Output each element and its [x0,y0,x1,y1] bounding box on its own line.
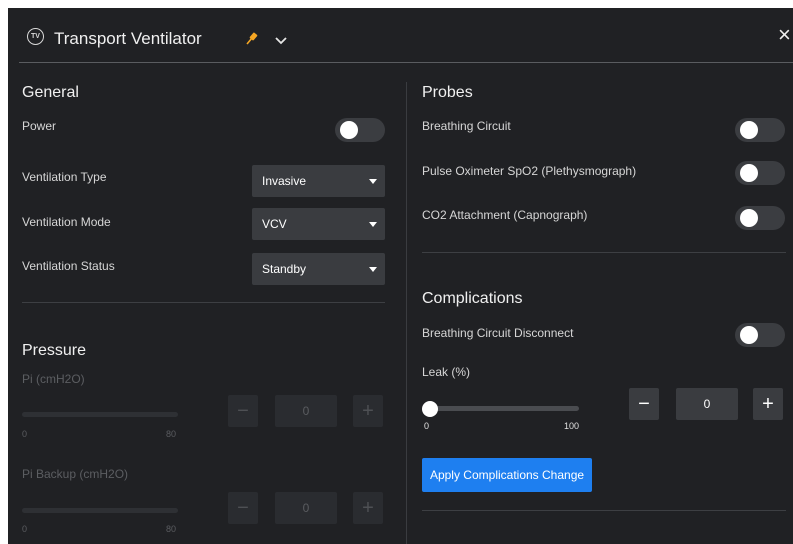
toggle-knob [740,326,758,344]
pi-backup-slider-min: 0 [22,524,28,534]
pi-backup-increment-button[interactable]: + [353,492,383,524]
ventilation-mode-label: Ventilation Mode [22,215,111,229]
ventilation-mode-select[interactable]: VCV [252,208,385,240]
ventilation-status-select[interactable]: Standby [252,253,385,285]
pi-backup-decrement-button[interactable]: − [228,492,258,524]
breathing-circuit-disconnect-toggle[interactable] [735,323,785,347]
pin-icon[interactable] [244,30,260,46]
apply-complications-button[interactable]: Apply Complications Change [422,458,592,492]
pi-increment-button[interactable]: + [353,395,383,427]
ventilation-mode-value: VCV [262,217,287,231]
pi-slider-min: 0 [22,429,28,439]
toggle-knob [740,164,758,182]
toggle-knob [740,121,758,139]
leak-slider-min: 0 [424,421,430,431]
chevron-down-icon[interactable] [274,33,288,45]
header-divider [19,62,793,63]
leak-increment-button[interactable]: + [753,388,783,420]
pi-value[interactable]: 0 [275,395,337,427]
pi-backup-value[interactable]: 0 [275,492,337,524]
probe-label: CO2 Attachment (Capnograph) [422,208,588,222]
complications-heading: Complications [422,290,523,307]
pi-backup-label: Pi Backup (cmH2O) [22,467,129,481]
caret-down-icon [369,222,377,227]
leak-decrement-button[interactable]: − [629,388,659,420]
column-divider [406,82,407,544]
pi-decrement-button[interactable]: − [228,395,258,427]
pulse-oximeter-toggle[interactable] [735,161,785,185]
probe-label: Pulse Oximeter SpO2 (Plethysmograph) [422,164,637,178]
power-toggle[interactable] [335,118,385,142]
pi-slider-max: 80 [166,429,177,439]
ventilator-window: TV Transport Ventilator × General Power … [8,8,793,544]
breathing-circuit-disconnect-label: Breathing Circuit Disconnect [422,326,574,340]
power-label: Power [22,119,57,133]
pi-backup-slider-track[interactable] [22,508,178,513]
ventilation-type-value: Invasive [262,174,307,188]
complications-divider [422,510,786,511]
window-title: Transport Ventilator [54,29,202,48]
pi-backup-slider-max: 80 [166,524,177,534]
co2-attachment-toggle[interactable] [735,206,785,230]
pi-slider-track[interactable] [22,412,178,417]
probes-divider [422,252,786,253]
ventilation-type-label: Ventilation Type [22,170,107,184]
leak-value[interactable]: 0 [676,388,738,420]
ventilation-status-label: Ventilation Status [22,259,115,273]
pressure-heading: Pressure [22,342,87,359]
device-logo-icon: TV [27,28,44,45]
ventilation-status-value: Standby [262,262,307,276]
general-divider [22,302,385,303]
pi-label: Pi (cmH2O) [22,372,85,386]
ventilation-type-select[interactable]: Invasive [252,165,385,197]
caret-down-icon [369,267,377,272]
toggle-knob [740,209,758,227]
leak-slider-max: 100 [564,421,580,431]
leak-label: Leak (%) [422,365,471,379]
probe-label: Breathing Circuit [422,119,511,133]
close-icon[interactable]: × [778,24,791,46]
leak-slider-thumb[interactable] [422,401,438,417]
breathing-circuit-toggle[interactable] [735,118,785,142]
toggle-knob [340,121,358,139]
caret-down-icon [369,179,377,184]
leak-slider-track[interactable] [428,406,579,411]
general-heading: General [22,84,79,101]
probes-heading: Probes [422,84,473,101]
